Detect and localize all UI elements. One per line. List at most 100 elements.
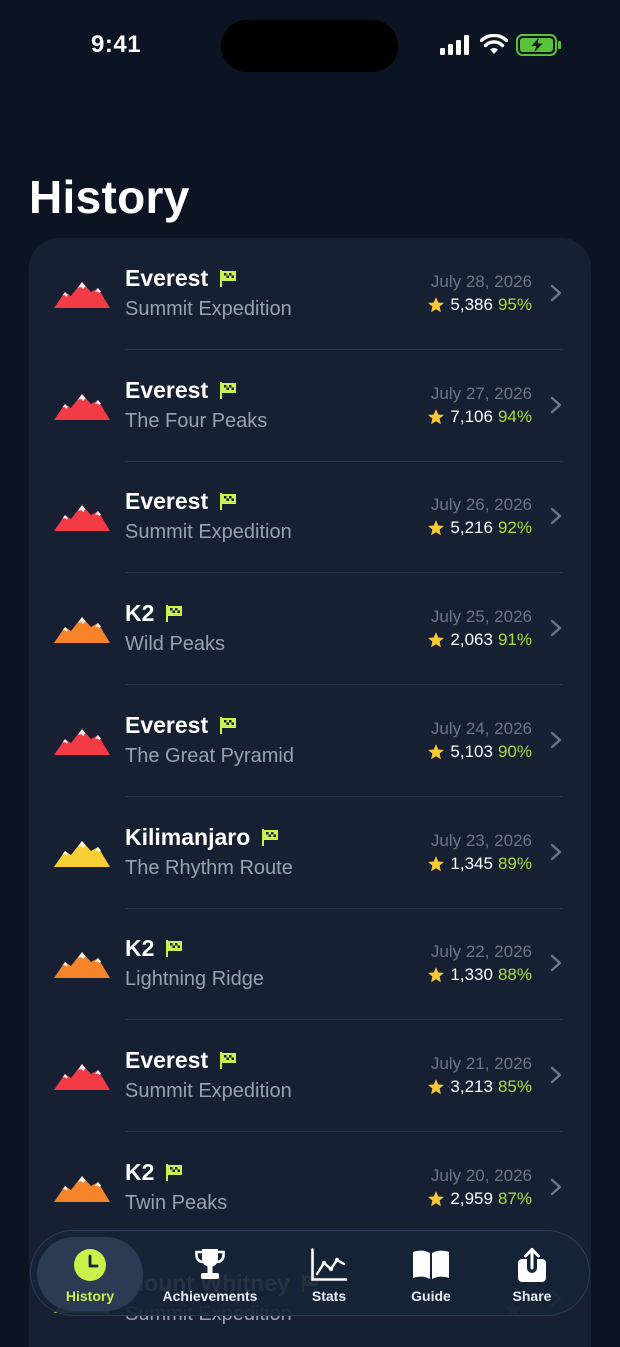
star-icon [428,520,445,536]
session-date: July 21, 2026 [430,1053,532,1073]
session-date: July 26, 2026 [430,495,532,515]
tab-label: History [65,1288,115,1304]
tab-history[interactable]: History [37,1237,143,1311]
score-stats: 5,103 90% [427,742,532,762]
session-date: July 27, 2026 [430,383,532,403]
peak-name: K2 [125,935,155,962]
tab-achievements[interactable]: Achievements [153,1237,267,1311]
title-line: K2 [125,600,183,627]
checkered-flag-icon [220,381,237,399]
history-row[interactable]: Everest Summit Expedition July 28, 2026 5,3… [29,238,591,350]
route-name: The Great Pyramid [125,744,294,767]
status-time: 9:41 [91,31,142,58]
title-line: Everest [125,1047,237,1074]
star-icon [428,408,445,424]
history-row[interactable]: K2 Twin Peaks July 20, 2026 2,959 87% [29,1132,591,1244]
title-line: Kilimanjaro [125,824,279,851]
route-name: The Four Peaks [125,409,268,432]
mountain-icon [54,617,110,644]
checkered-flag-icon [166,605,183,623]
score-stats: 7,106 94% [427,407,532,427]
checkered-flag-icon [166,1163,183,1181]
route-name: Summit Expedition [125,521,292,544]
peak-name: Everest [125,711,209,738]
history-row[interactable]: K2 Wild Peaks July 25, 2026 2,063 91% [29,573,591,686]
route-name: The Rhythm Route [125,856,293,879]
history-row[interactable]: Everest Summit Expedition July 21, 2026 3,2… [29,1020,591,1132]
mountain-icon [54,952,110,979]
score-stats: 2,959 87% [427,1189,532,1209]
star-icon [428,967,445,983]
checkered-flag-icon [220,1051,237,1069]
peak-name: Everest [125,376,209,403]
title-line: K2 [125,935,183,962]
mountain-icon [54,1063,110,1090]
accuracy-percent: 94% [497,406,532,426]
score-value: 1,330 [450,965,493,985]
accuracy-percent: 92% [497,518,532,538]
score-stats: 3,213 85% [427,1077,532,1097]
star-icon [428,297,445,313]
tab-guide[interactable]: Guide [386,1237,476,1311]
chevron-right-icon [550,508,562,525]
mountain-icon [54,840,110,867]
history-list: Everest Summit Expedition July 28, 2026 5,3… [29,238,591,1347]
route-name: Summit Expedition [125,298,292,320]
share-icon [516,1247,548,1283]
peak-name: K2 [125,600,155,627]
chevron-right-icon [550,1066,562,1084]
session-date: July 24, 2026 [430,718,532,738]
title-line: Everest [125,488,237,515]
tab-label: Achievements [162,1288,258,1304]
history-row[interactable]: Everest The Four Peaks July 27, 2026 7,106 9… [29,350,591,462]
tab-stats[interactable]: Stats [284,1237,374,1311]
score-value: 1,345 [450,853,493,873]
session-date: July 25, 2026 [430,607,532,627]
score-value: 5,103 [450,741,493,761]
chevron-right-icon [550,731,562,748]
session-date: July 22, 2026 [430,942,532,962]
star-icon [428,855,445,871]
history-row[interactable]: K2 Lightning Ridge July 22, 2026 1,330 88% [29,908,591,1021]
star-icon [428,1190,445,1206]
chevron-right-icon [550,843,562,860]
accuracy-percent: 89% [497,853,532,873]
dynamic-island [221,20,398,72]
session-date: July 23, 2026 [430,830,532,850]
peak-name: Everest [125,265,209,291]
page-title: History [29,171,190,223]
chevron-right-icon [550,396,562,413]
star-icon [428,632,445,648]
checkered-flag-icon [262,828,279,846]
battery-charging-icon [516,34,561,56]
cellular-signal-icon [440,35,469,55]
title-line: Everest [125,377,237,404]
chevron-right-icon [550,619,562,637]
score-value: 7,106 [450,406,493,426]
history-row[interactable]: Everest Summit Expedition July 26, 2026 5,2… [29,461,591,574]
route-name: Twin Peaks [125,1191,228,1214]
score-value: 3,213 [450,1076,493,1096]
mountain-icon [54,282,110,308]
tab-label: Stats [311,1288,347,1304]
title-line: K2 [125,1159,183,1186]
tab-share[interactable]: Share [487,1237,577,1311]
chevron-right-icon [550,284,562,302]
wifi-icon [480,34,508,54]
checkered-flag-icon [166,940,183,958]
score-stats: 1,330 88% [427,965,532,985]
chevron-right-icon [550,1178,562,1195]
accuracy-percent: 88% [497,965,532,985]
history-row[interactable]: Everest The Great Pyramid July 24, 2026 5,1… [29,685,591,797]
history-screen: 9:41 History Everest Summit Expedition J… [0,0,620,1347]
history-row[interactable]: Kilimanjaro The Rhythm Route July 23, 2026… [29,797,591,909]
session-date: July 20, 2026 [430,1165,532,1185]
accuracy-percent: 91% [497,630,532,650]
title-line: Everest [125,265,237,292]
title-line: Everest [125,712,237,739]
route-name: Lightning Ridge [125,968,264,991]
score-stats: 2,063 91% [427,630,532,650]
tab-label: Share [512,1288,552,1304]
score-stats: 1,345 89% [427,854,532,874]
peak-name: K2 [125,1158,155,1185]
